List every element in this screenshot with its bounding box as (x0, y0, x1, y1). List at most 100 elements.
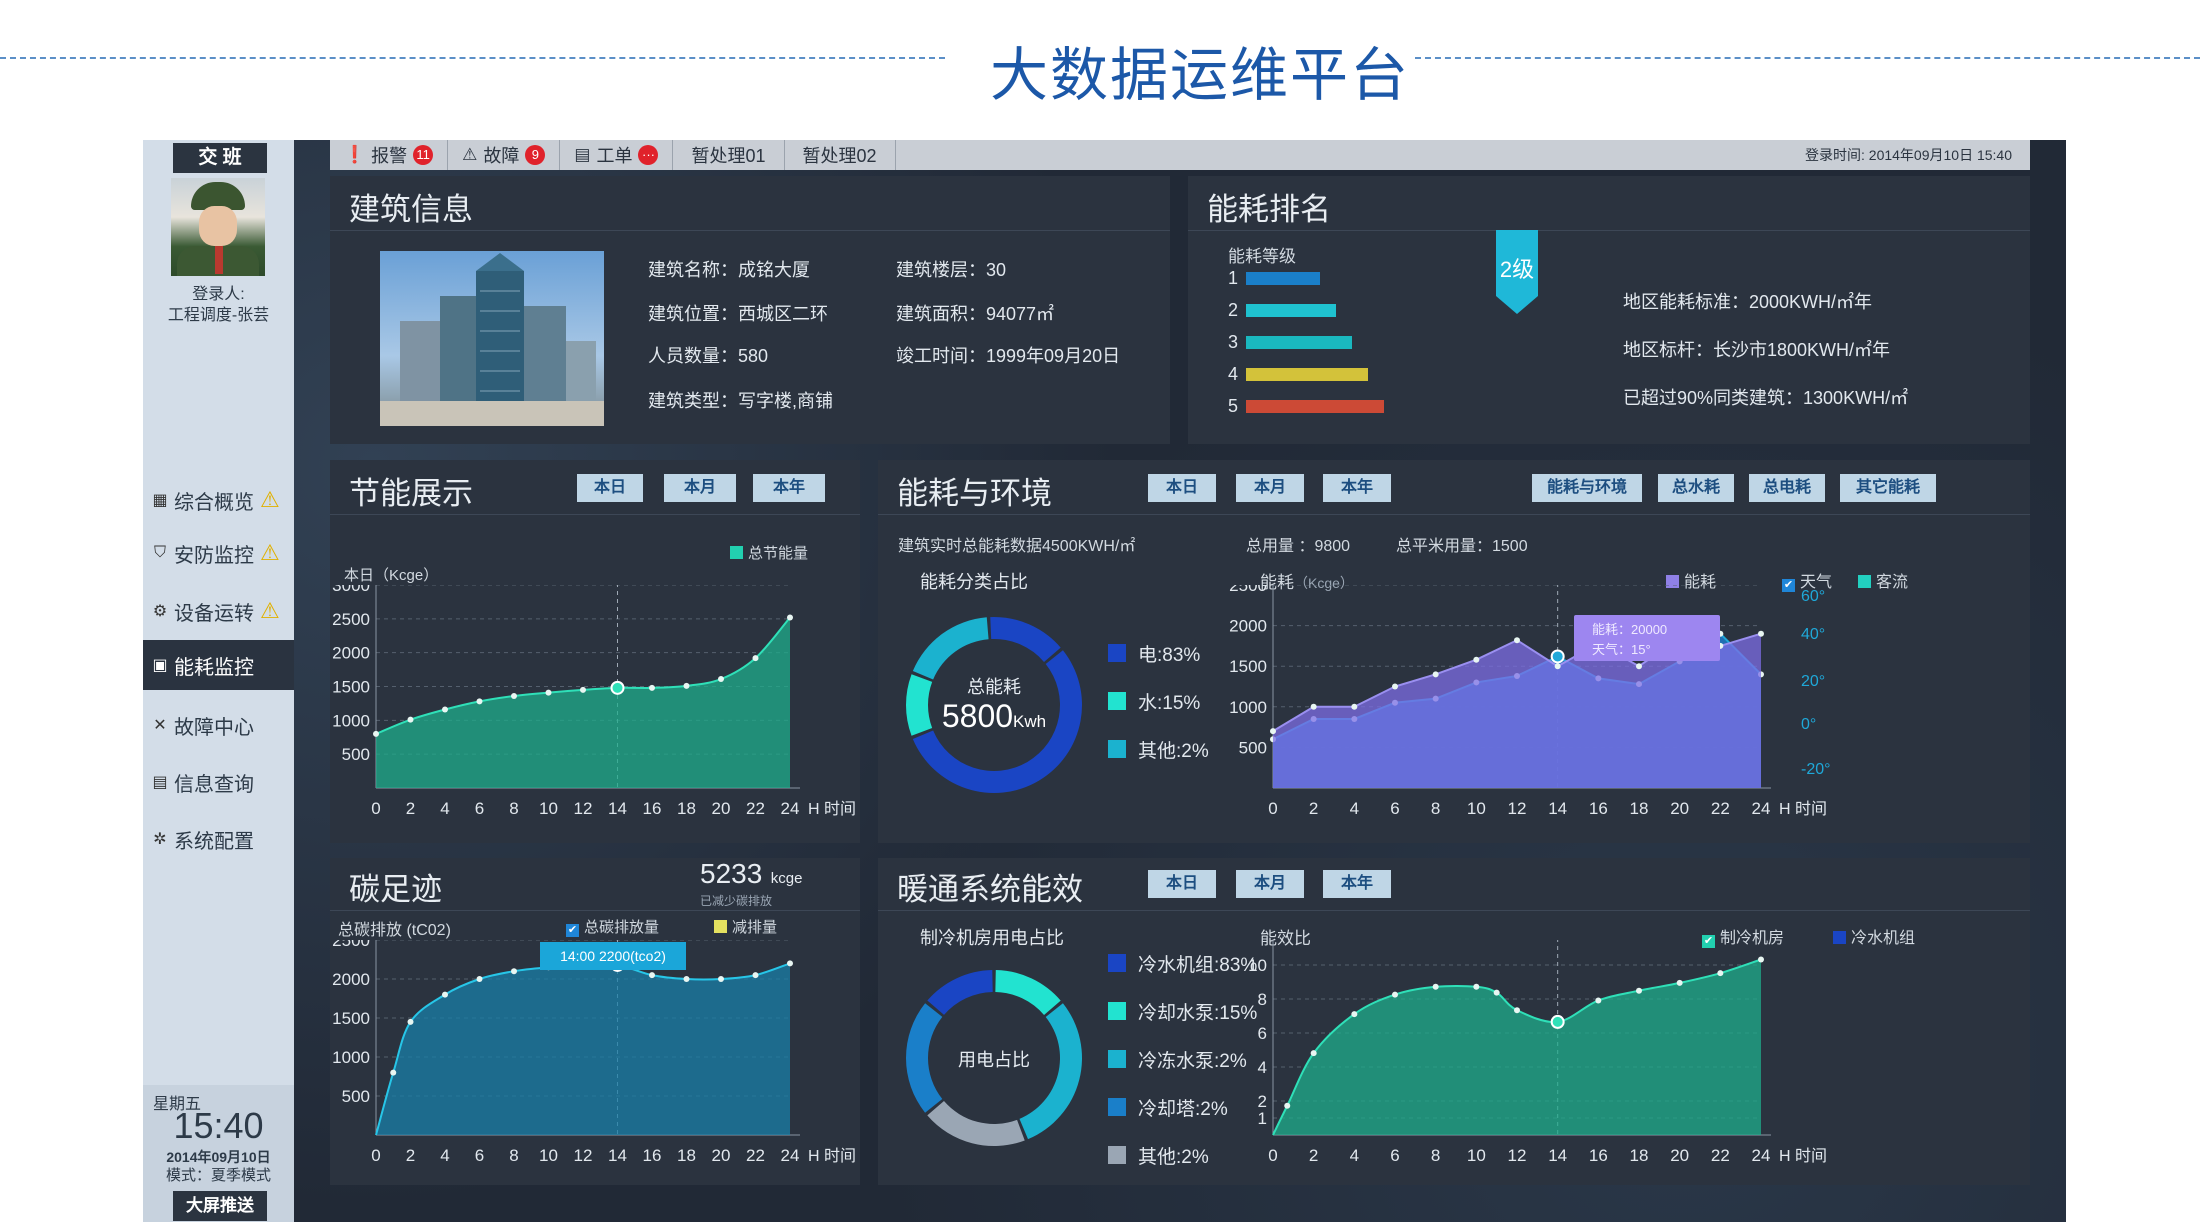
level-bar (1246, 336, 1352, 349)
x-tick-label: 20 (1670, 1146, 1689, 1165)
data-point (1514, 637, 1520, 644)
x-tick-label: 20 (712, 1146, 731, 1165)
tab-total-electric[interactable]: 总电耗 (1749, 474, 1825, 502)
settings-icon: ✲ (153, 831, 167, 848)
sidebar-item-label: 系统配置 (174, 830, 254, 853)
sidebar-item-equipment[interactable]: ⚙ 设备运转 ⚠ (143, 586, 294, 636)
data-point (787, 614, 793, 621)
tab-year[interactable]: 本年 (1323, 474, 1391, 502)
donut-slice (927, 1101, 1025, 1146)
sidebar-item-fault[interactable]: ✕ 故障中心 (143, 700, 294, 750)
x-tick-label: 22 (746, 1146, 765, 1165)
category-chilled-pump: 冷冻水泵:2% (1108, 1046, 1247, 1073)
tab-month[interactable]: 本月 (664, 474, 736, 502)
energy-environment-panel: 能耗与环境 本日 本月 本年 能耗与环境 总水耗 总电耗 其它能耗 建筑实时总能… (878, 460, 2030, 843)
x-tick-label: 4 (1350, 799, 1359, 818)
shift-handover-button[interactable]: 交 班 (173, 143, 267, 173)
panel-title: 能耗排名 (1207, 192, 1331, 227)
y-tick-label: 4 (1258, 1058, 1267, 1077)
building-floors: 建筑楼层：30 (896, 260, 1007, 280)
tab-energy-environment[interactable]: 能耗与环境 (1532, 474, 1642, 502)
data-point (1392, 991, 1398, 998)
tab-day[interactable]: 本日 (577, 474, 643, 502)
panel-title: 节能展示 (349, 476, 473, 511)
legend-carbon[interactable]: ✔ 总碳排放量 (566, 916, 659, 937)
data-point (390, 1069, 397, 1076)
data-point (1554, 663, 1561, 670)
building-type: 建筑类型：写字楼,商铺 (648, 391, 833, 411)
workorder-tab[interactable]: ▤ 工单 ··· (560, 140, 674, 170)
x-tick-label: 22 (1711, 799, 1730, 818)
data-point (1514, 1007, 1520, 1014)
data-point (683, 682, 690, 689)
donut-slice (912, 617, 989, 680)
pending-tab-1[interactable]: 暂处理01 (673, 140, 785, 170)
sidebar-item-overview[interactable]: ▦ 综合概览 ⚠ (143, 475, 294, 525)
data-point (1284, 1102, 1291, 1109)
data-point (1550, 649, 1565, 664)
pending-tab-2[interactable]: 暂处理02 (785, 140, 896, 170)
y-tick-label: 1500 (332, 678, 370, 697)
chart-tooltip: 能耗：20000 天气：15° (1574, 615, 1720, 661)
x-tick-label: 2 (1309, 1146, 1318, 1165)
workorder-count-badge: ··· (638, 145, 659, 165)
x-tick-label: 4 (1350, 1146, 1359, 1165)
series-area (1273, 959, 1761, 1135)
data-point (1550, 1014, 1565, 1029)
y-tick-label: 2000 (1229, 617, 1267, 636)
panel-title: 能耗与环境 (897, 476, 1052, 511)
sidebar-item-security[interactable]: ⛉ 安防监控 ⚠ (143, 528, 294, 578)
y2-tick-label: -20° (1801, 761, 1831, 778)
warning-icon: ⚠ (260, 487, 280, 512)
data-point (1758, 956, 1764, 963)
data-point (442, 706, 448, 713)
data-point (442, 991, 448, 998)
x-tick-label: 10 (539, 799, 558, 818)
total-sqm-use: 总平米用量：1500 (1396, 538, 1528, 555)
y2-tick-label: 40° (1801, 626, 1825, 643)
screen-push-button[interactable]: 大屏推送 (173, 1191, 267, 1221)
data-point (476, 976, 483, 982)
fault-label: 故障 (483, 146, 520, 166)
y-tick-label: 1000 (332, 1048, 370, 1067)
regional-standard: 地区能耗标准：2000KWH/㎡年 (1623, 292, 1873, 312)
monitor-icon: ▣ (152, 657, 168, 674)
sidebar-item-config[interactable]: ✲ 系统配置 (143, 814, 294, 864)
tab-year[interactable]: 本年 (1323, 870, 1391, 898)
y-tick-label: 1000 (1229, 698, 1267, 717)
top-bar: ❗ 报警 11 ⚠ 故障 9 ▤ 工单 ··· 暂处理01 暂处理02 登录时间… (330, 140, 2030, 170)
data-point (511, 968, 517, 975)
fault-tab[interactable]: ⚠ 故障 9 (448, 140, 561, 170)
x-tick-label: 12 (1508, 1146, 1527, 1165)
tab-day[interactable]: 本日 (1148, 870, 1216, 898)
carbon-unit: kcge (770, 870, 803, 887)
shield-icon: ⛉ (153, 544, 166, 561)
donut-slice (995, 970, 1061, 1015)
sidebar-item-query[interactable]: ▤ 信息查询 (143, 757, 294, 807)
tab-day[interactable]: 本日 (1148, 474, 1216, 502)
donut-unit: Kwh (1013, 712, 1047, 731)
tab-month[interactable]: 本月 (1236, 870, 1304, 898)
energy-saving-chart: 300025002000150010005000 2 4 6 8 10 12 14 16 18 20… (332, 585, 856, 818)
carbon-value: 5233 (700, 858, 763, 889)
data-point (649, 972, 655, 979)
donut-value: 5800 (941, 698, 1014, 734)
sidebar-item-label: 能耗监控 (174, 656, 254, 679)
tab-total-water[interactable]: 总水耗 (1658, 474, 1734, 502)
tooltip-line: 天气：15° (1592, 642, 1651, 657)
sidebar-item-label: 安防监控 (174, 544, 254, 567)
x-tick-label: 10 (1467, 1146, 1486, 1165)
building-location: 建筑位置：西城区二环 (648, 304, 828, 324)
tab-other-energy[interactable]: 其它能耗 (1840, 474, 1936, 502)
data-point (1636, 663, 1642, 670)
exceeded-buildings: 已超过90%同类建筑：1300KWH/㎡ (1623, 388, 1909, 408)
x-tick-label: 24 (781, 1146, 800, 1165)
sidebar-item-energy[interactable]: ▣ 能耗监控 (143, 640, 294, 690)
tab-year[interactable]: 本年 (753, 474, 825, 502)
y-tick-label: 10 (1248, 956, 1267, 975)
workorder-label: 工单 (596, 146, 633, 166)
x-tick-label: 18 (1630, 799, 1649, 818)
alarm-tab[interactable]: ❗ 报警 11 (330, 140, 449, 170)
level-label: 3 (1228, 332, 1238, 352)
tab-month[interactable]: 本月 (1236, 474, 1304, 502)
